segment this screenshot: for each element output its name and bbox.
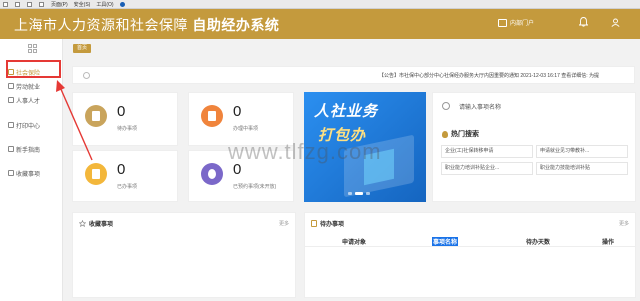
bell-icon[interactable] — [579, 17, 588, 27]
phone-icon — [201, 163, 223, 185]
user-icon[interactable] — [611, 18, 620, 27]
book-icon — [8, 146, 14, 152]
checklist-icon — [85, 163, 107, 185]
highlight-box — [6, 60, 61, 78]
carousel-dots[interactable] — [348, 192, 370, 195]
print-icon[interactable] — [39, 1, 44, 7]
sidebar-item-favorites[interactable]: 收藏事项 — [8, 167, 61, 179]
todo-panel: 待办事项 更多 申请对象 事项名称 待办天数 操作 — [304, 212, 636, 298]
carousel-dot[interactable] — [355, 192, 363, 195]
column-header[interactable]: 事项名称 — [432, 237, 459, 246]
stat-value: 0 — [117, 103, 126, 120]
todo-title: 待办事项 — [320, 222, 345, 228]
portal-icon — [498, 18, 507, 27]
sidebar-item-label: 收藏事项 — [16, 171, 41, 178]
sidebar-item-employment[interactable]: 劳动就业 — [8, 80, 61, 92]
favorites-panel: 收藏事项 更多 — [72, 212, 296, 298]
sidebar-item-label: 打印中心 — [16, 123, 41, 130]
todo-more-link[interactable]: 更多 — [619, 220, 629, 227]
menu-page[interactable]: 页面(P) — [51, 1, 68, 8]
stat-label: 已办事项 — [117, 184, 138, 190]
stat-value: 0 — [233, 103, 242, 120]
app-header: 上海市人力资源和社会保障 自助经办系统 内部门户 — [0, 9, 640, 39]
hot-search-label: 热门搜索 — [451, 131, 479, 138]
portal-label: 内部门户 — [510, 21, 535, 27]
tab-home[interactable]: 首页 — [73, 44, 92, 53]
column-header[interactable]: 操作 — [602, 237, 614, 246]
stat-label: 已预约事项(未开放) — [233, 184, 277, 190]
hot-search-item[interactable]: 申请就业见习带教补... — [536, 145, 628, 158]
feeds-icon[interactable] — [15, 1, 20, 7]
banner-line1: 人社业务 — [314, 103, 379, 120]
column-header[interactable]: 申请对象 — [342, 237, 366, 246]
favorites-header: 收藏事项 — [79, 219, 113, 228]
stat-card-todo[interactable]: 0 待办事项 — [72, 92, 178, 146]
menu-safety[interactable]: 安全(S) — [74, 1, 91, 8]
notice-text[interactable]: 【公告】市社保中心部分中心社保经办服务大厅内因重要的通知 2021-12-03 … — [379, 72, 599, 79]
watermark: www.tlfzg.com — [228, 139, 382, 164]
document-icon — [85, 105, 107, 127]
todo-header: 待办事项 — [311, 219, 344, 228]
carousel-dot[interactable] — [366, 192, 370, 195]
menu-tools[interactable]: 工具(O) — [96, 1, 113, 8]
menu-grid-icon[interactable] — [28, 44, 37, 53]
favorites-title: 收藏事项 — [89, 222, 114, 228]
sidebar-item-print-center[interactable]: 打印中心 — [8, 119, 61, 131]
home-icon[interactable] — [3, 1, 8, 7]
stat-label: 待办事项 — [117, 126, 138, 132]
column-header[interactable]: 待办天数 — [526, 237, 550, 246]
stat-card-done[interactable]: 0 已办事项 — [72, 150, 178, 202]
search-icon[interactable] — [442, 102, 450, 110]
sidebar-item-label: 新手指南 — [16, 147, 41, 154]
search-panel: 请输入事项名称 热门搜索 企业(工)社保转移申请 申请就业见习带教补... 职业… — [432, 92, 636, 202]
sidebar-item-label: 人事人才 — [16, 98, 41, 105]
hot-search-item[interactable]: 企业(工)社保转移申请 — [441, 145, 533, 158]
search-input[interactable]: 请输入事项名称 — [459, 102, 501, 111]
briefcase-icon — [8, 83, 14, 89]
todo-table-header: 申请对象 事项名称 待办天数 操作 — [305, 235, 635, 247]
internal-portal-link[interactable]: 内部门户 — [498, 18, 534, 27]
edit-icon — [201, 105, 223, 127]
help-icon[interactable] — [119, 1, 125, 7]
sidebar-item-personnel[interactable]: 人事人才 — [8, 94, 61, 106]
stat-label: 办理中事项 — [233, 126, 259, 132]
mail-icon[interactable] — [27, 1, 32, 7]
star-icon — [8, 170, 14, 176]
stat-card-in-progress[interactable]: 0 办理中事项 — [188, 92, 294, 146]
notice-bar: 【公告】市社保中心部分中心社保经办服务大厅内因重要的通知 2021-12-03 … — [72, 66, 635, 84]
printer-icon — [8, 122, 14, 128]
sidebar-item-label: 劳动就业 — [16, 84, 41, 91]
stat-value: 0 — [117, 161, 126, 178]
sidebar-item-guide[interactable]: 新手指南 — [8, 143, 61, 155]
browser-toolbar: 页面(P) 安全(S) 工具(O) — [0, 0, 640, 9]
hot-search-item[interactable]: 职业能力技能培训补贴 — [536, 162, 628, 175]
carousel-dot[interactable] — [348, 192, 352, 195]
star-icon — [79, 220, 86, 227]
people-icon — [8, 97, 14, 103]
sidebar: 社会保险 劳动就业 人事人才 打印中心 新手指南 收藏事项 — [0, 39, 63, 301]
fire-icon — [442, 130, 448, 138]
app-title: 上海市人力资源和社会保障 自助经办系统 — [14, 17, 280, 33]
favorites-more-link[interactable]: 更多 — [279, 220, 289, 227]
hot-search-title: 热门搜索 — [442, 129, 479, 139]
hot-search-item[interactable]: 职业能力培训补贴企业... — [441, 162, 533, 175]
speaker-icon — [83, 72, 90, 79]
clipboard-icon — [311, 220, 317, 227]
